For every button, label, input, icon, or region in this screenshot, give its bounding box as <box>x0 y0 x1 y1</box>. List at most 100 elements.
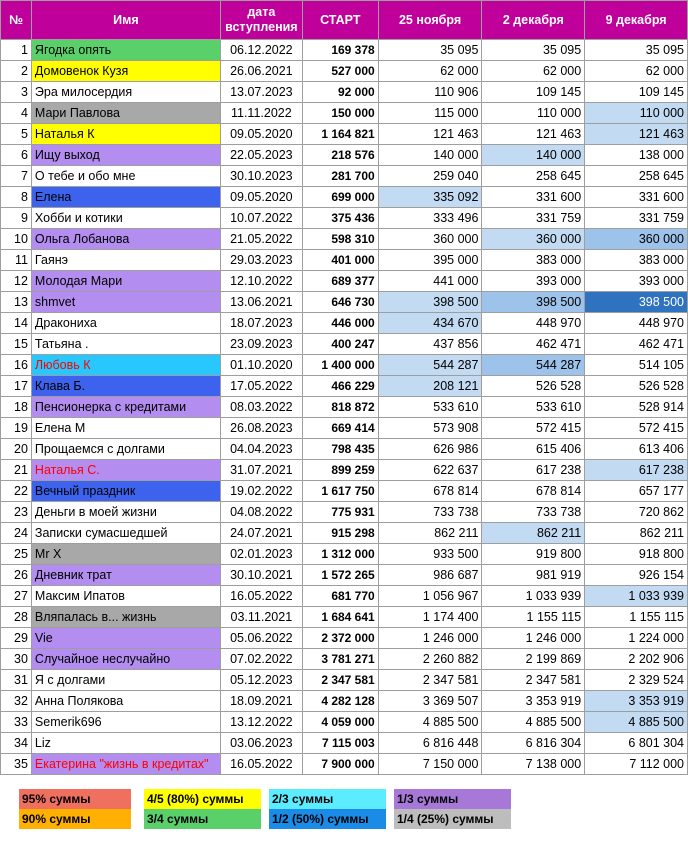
amount-2-dec: 448 970 <box>481 312 586 334</box>
row-number: 12 <box>0 270 32 292</box>
amount-2-dec: 110 000 <box>481 102 586 124</box>
amount-25-nov: 678 814 <box>377 480 483 502</box>
amount-2-dec: 678 814 <box>481 480 586 502</box>
start-amount: 92 000 <box>301 81 379 103</box>
start-amount: 899 259 <box>301 459 379 481</box>
amount-9-dec: 398 500 <box>584 291 688 313</box>
amount-25-nov: 2 347 581 <box>377 669 483 691</box>
start-amount: 375 436 <box>301 207 379 229</box>
table-row: 10 Ольга Лобанова 21.05.2022 598 310 360 000… <box>0 228 688 250</box>
participant-name: Елена М <box>30 417 221 439</box>
amount-25-nov: 622 637 <box>377 459 483 481</box>
participant-name: Любовь К <box>30 354 221 376</box>
row-number: 4 <box>0 102 32 124</box>
header-date-line2: вступления <box>225 20 298 34</box>
start-amount: 4 059 000 <box>301 711 379 733</box>
amount-9-dec: 1 033 939 <box>584 585 688 607</box>
start-amount: 281 700 <box>301 165 379 187</box>
amount-2-dec: 733 738 <box>481 501 586 523</box>
start-amount: 1 684 641 <box>301 606 379 628</box>
start-amount: 218 576 <box>301 144 379 166</box>
table-row: 19 Елена М 26.08.2023 669 414 573 908 572 415… <box>0 417 688 439</box>
table-row: 25 Mr X 02.01.2023 1 312 000 933 500 919 800 9… <box>0 543 688 565</box>
table-row: 4 Мари Павлова 11.11.2022 150 000 115 000 110… <box>0 102 688 124</box>
amount-25-nov: 1 174 400 <box>377 606 483 628</box>
amount-9-dec: 7 112 000 <box>584 753 688 775</box>
join-date: 29.03.2023 <box>219 249 303 271</box>
amount-9-dec: 1 155 115 <box>584 606 688 628</box>
row-number: 32 <box>0 690 32 712</box>
amount-9-dec: 617 238 <box>584 459 688 481</box>
start-amount: 818 872 <box>301 396 379 418</box>
row-number: 20 <box>0 438 32 460</box>
amount-25-nov: 1 246 000 <box>377 627 483 649</box>
amount-9-dec: 3 353 919 <box>584 690 688 712</box>
start-amount: 4 282 128 <box>301 690 379 712</box>
amount-25-nov: 862 211 <box>377 522 483 544</box>
amount-9-dec: 4 885 500 <box>584 711 688 733</box>
table-row: 23 Деньги в моей жизни 04.08.2022 775 931 73… <box>0 501 688 523</box>
amount-25-nov: 4 885 500 <box>377 711 483 733</box>
join-date: 10.07.2022 <box>219 207 303 229</box>
amount-2-dec: 615 406 <box>481 438 586 460</box>
amount-9-dec: 862 211 <box>584 522 688 544</box>
participant-name: Наталья К <box>30 123 221 145</box>
join-date: 02.01.2023 <box>219 543 303 565</box>
participant-name: Записки сумасшедшей <box>30 522 221 544</box>
header-name: Имя <box>30 0 221 40</box>
row-number: 2 <box>0 60 32 82</box>
amount-2-dec: 62 000 <box>481 60 586 82</box>
amount-2-dec: 7 138 000 <box>481 753 586 775</box>
participant-name: Дракониха <box>30 312 221 334</box>
table-row: 9 Хобби и котики 10.07.2022 375 436 333 496 3… <box>0 207 688 229</box>
join-date: 09.05.2020 <box>219 186 303 208</box>
join-date: 24.07.2021 <box>219 522 303 544</box>
table-row: 21 Наталья С. 31.07.2021 899 259 622 637 617 … <box>0 459 688 481</box>
amount-2-dec: 544 287 <box>481 354 586 376</box>
table-row: 18 Пенсионерка с кредитами 08.03.2022 818 8… <box>0 396 688 418</box>
table-row: 24 Записки сумасшедшей 24.07.2021 915 298 86… <box>0 522 688 544</box>
amount-2-dec: 109 145 <box>481 81 586 103</box>
participant-name: Ищу выход <box>30 144 221 166</box>
amount-9-dec: 383 000 <box>584 249 688 271</box>
legend-item: 95% суммы <box>19 789 131 809</box>
join-date: 16.05.2022 <box>219 585 303 607</box>
amount-9-dec: 258 645 <box>584 165 688 187</box>
join-date: 19.02.2022 <box>219 480 303 502</box>
row-number: 26 <box>0 564 32 586</box>
amount-25-nov: 1 056 967 <box>377 585 483 607</box>
participant-name: Максим Ипатов <box>30 585 221 607</box>
amount-9-dec: 2 202 906 <box>584 648 688 670</box>
amount-9-dec: 6 801 304 <box>584 732 688 754</box>
participant-name: Прощаемся с долгами <box>30 438 221 460</box>
amount-2-dec: 121 463 <box>481 123 586 145</box>
start-amount: 689 377 <box>301 270 379 292</box>
participant-name: Semerik696 <box>30 711 221 733</box>
join-date: 01.10.2020 <box>219 354 303 376</box>
row-number: 5 <box>0 123 32 145</box>
start-amount: 1 400 000 <box>301 354 379 376</box>
amount-25-nov: 259 040 <box>377 165 483 187</box>
join-date: 11.11.2022 <box>219 102 303 124</box>
header-date-line1: дата <box>247 5 276 19</box>
amount-25-nov: 933 500 <box>377 543 483 565</box>
start-amount: 527 000 <box>301 60 379 82</box>
join-date: 13.07.2023 <box>219 81 303 103</box>
participant-name: О тебе и обо мне <box>30 165 221 187</box>
start-amount: 7 115 003 <box>301 732 379 754</box>
amount-2-dec: 4 885 500 <box>481 711 586 733</box>
table-row: 14 Дракониха 18.07.2023 446 000 434 670 448 9… <box>0 312 688 334</box>
participant-name: Ольга Лобанова <box>30 228 221 250</box>
participant-name: Деньги в моей жизни <box>30 501 221 523</box>
start-amount: 2 372 000 <box>301 627 379 649</box>
row-number: 31 <box>0 669 32 691</box>
join-date: 03.11.2021 <box>219 606 303 628</box>
amount-25-nov: 986 687 <box>377 564 483 586</box>
row-number: 6 <box>0 144 32 166</box>
participants-table: № Имя дата вступления СТАРТ 25 ноября 2 д… <box>0 0 688 775</box>
table-row: 22 Вечный праздник 19.02.2022 1 617 750 678 … <box>0 480 688 502</box>
participant-name: Пенсионерка с кредитами <box>30 396 221 418</box>
table-row: 13 shmvet 13.06.2021 646 730 398 500 398 500 3… <box>0 291 688 313</box>
amount-9-dec: 138 000 <box>584 144 688 166</box>
row-number: 25 <box>0 543 32 565</box>
